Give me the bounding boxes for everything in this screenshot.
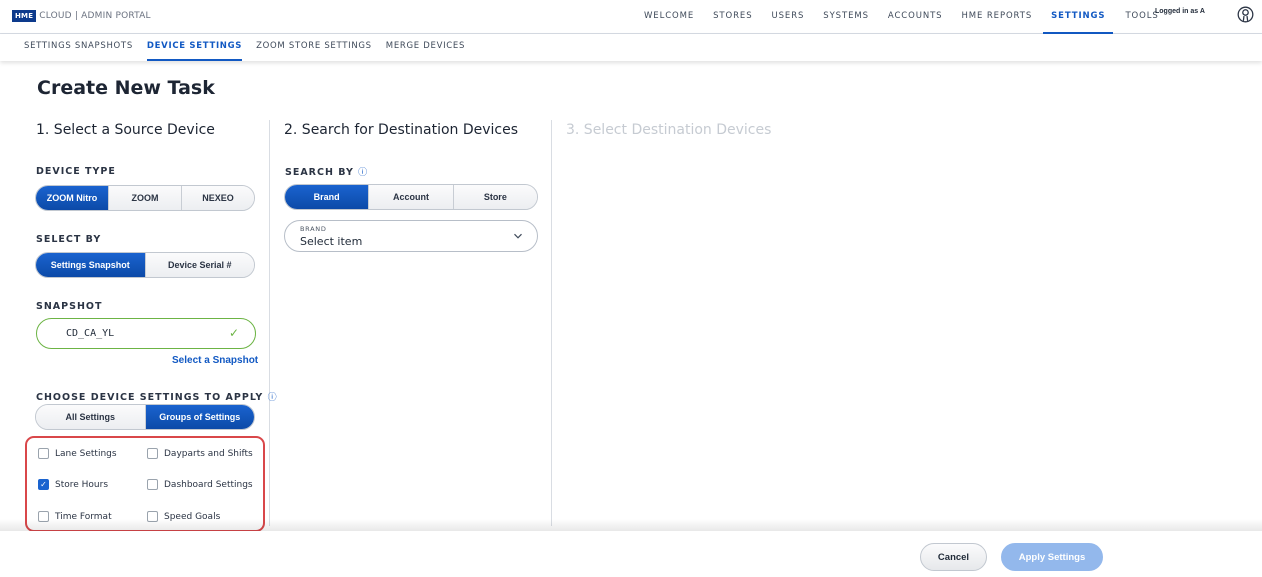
column-divider <box>269 120 270 526</box>
search-by-label-text: SEARCH BY <box>285 167 354 178</box>
step2-title: 2. Search for Destination Devices <box>284 122 519 138</box>
checkbox-label: Dashboard Settings <box>164 479 253 490</box>
dropdown-value: Select item <box>300 235 363 248</box>
brand-dropdown[interactable]: BRAND Select item <box>284 220 538 252</box>
nav-stores[interactable]: STORES <box>713 0 752 34</box>
checkbox-dashboard-settings[interactable]: Dashboard Settings <box>147 479 253 490</box>
apply-settings-button[interactable]: Apply Settings <box>1001 543 1103 571</box>
search-by-brand[interactable]: Brand <box>285 185 370 209</box>
checkbox[interactable] <box>38 448 49 459</box>
sub-navigation: SETTINGS SNAPSHOTS DEVICE SETTINGS ZOOM … <box>0 34 1262 61</box>
check-icon: ✓ <box>228 326 239 340</box>
device-type-zoom[interactable]: ZOOM <box>109 186 182 210</box>
footer-shadow <box>0 519 1262 531</box>
apply-groups-of-settings[interactable]: Groups of Settings <box>145 405 254 429</box>
subnav-merge-devices[interactable]: MERGE DEVICES <box>386 34 465 61</box>
checkbox-checked[interactable]: ✓ <box>38 479 49 490</box>
search-by-store[interactable]: Store <box>453 185 537 209</box>
checkbox-label: Dayparts and Shifts <box>164 448 253 459</box>
apply-mode-selector: All Settings Groups of Settings <box>35 404 255 430</box>
snapshot-label: SNAPSHOT <box>36 301 103 312</box>
hme-logo[interactable]: HME CLOUD | ADMIN PORTAL <box>12 10 151 22</box>
search-by-selector: Brand Account Store <box>284 184 538 210</box>
select-by-settings-snapshot[interactable]: Settings Snapshot <box>36 253 146 277</box>
device-type-nexeo[interactable]: NEXEO <box>182 186 254 210</box>
checkbox[interactable] <box>147 479 158 490</box>
checkbox[interactable] <box>147 448 158 459</box>
page-title: Create New Task <box>37 77 215 99</box>
snapshot-value: CD_CA_YL <box>66 328 115 339</box>
nav-users[interactable]: USERS <box>772 0 805 34</box>
checkbox-label: Lane Settings <box>55 448 117 459</box>
top-navigation: HME CLOUD | ADMIN PORTAL WELCOME STORES … <box>0 0 1262 34</box>
search-by-account[interactable]: Account <box>369 185 454 209</box>
column-divider <box>551 120 552 526</box>
dropdown-label: BRAND <box>300 225 327 233</box>
apply-settings-label: CHOOSE DEVICE SETTINGS TO APPLY ⓘ <box>36 390 277 403</box>
step1-title: 1. Select a Source Device <box>36 122 215 138</box>
logo-badge: HME <box>12 10 37 22</box>
select-by-device-serial[interactable]: Device Serial # <box>145 253 254 277</box>
select-by-selector: Settings Snapshot Device Serial # <box>35 252 255 278</box>
device-type-zoom-nitro[interactable]: ZOOM Nitro <box>36 186 109 210</box>
snapshot-field[interactable]: CD_CA_YL ✓ <box>36 318 256 349</box>
info-icon[interactable]: ⓘ <box>358 168 367 178</box>
select-by-label: SELECT BY <box>36 234 102 245</box>
logged-in-text: Logged in as A <box>1155 8 1205 15</box>
checkbox-dayparts-and-shifts[interactable]: Dayparts and Shifts <box>147 448 253 459</box>
nav-accounts[interactable]: ACCOUNTS <box>888 0 943 34</box>
subnav-settings-snapshots[interactable]: SETTINGS SNAPSHOTS <box>24 34 133 61</box>
nav-systems[interactable]: SYSTEMS <box>823 0 869 34</box>
info-icon[interactable]: ⓘ <box>268 393 277 403</box>
step3-title: 3. Select Destination Devices <box>566 122 772 138</box>
device-type-selector: ZOOM Nitro ZOOM NEXEO <box>35 185 255 211</box>
nav-tools[interactable]: TOOLS <box>1125 0 1158 34</box>
chevron-down-icon <box>514 233 522 239</box>
logo-text: CLOUD | ADMIN PORTAL <box>39 11 151 21</box>
select-snapshot-link[interactable]: Select a Snapshot <box>172 355 258 366</box>
device-type-label: DEVICE TYPE <box>36 166 116 177</box>
checkbox-lane-settings[interactable]: Lane Settings <box>38 448 117 459</box>
apply-all-settings[interactable]: All Settings <box>36 405 146 429</box>
checkbox-store-hours[interactable]: ✓ Store Hours <box>38 479 108 490</box>
apply-settings-label-text: CHOOSE DEVICE SETTINGS TO APPLY <box>36 392 264 403</box>
search-by-label: SEARCH BY ⓘ <box>285 165 367 178</box>
nav-hme-reports[interactable]: HME REPORTS <box>961 0 1032 34</box>
main-nav: WELCOME STORES USERS SYSTEMS ACCOUNTS HM… <box>644 0 1178 34</box>
subnav-device-settings[interactable]: DEVICE SETTINGS <box>146 34 243 61</box>
subnav-zoom-store-settings[interactable]: ZOOM STORE SETTINGS <box>256 34 372 61</box>
user-circle-icon[interactable] <box>1237 6 1254 23</box>
checkbox-label: Store Hours <box>55 479 109 490</box>
cancel-button[interactable]: Cancel <box>920 543 987 571</box>
nav-settings[interactable]: SETTINGS <box>1043 0 1114 34</box>
nav-welcome[interactable]: WELCOME <box>644 0 694 34</box>
